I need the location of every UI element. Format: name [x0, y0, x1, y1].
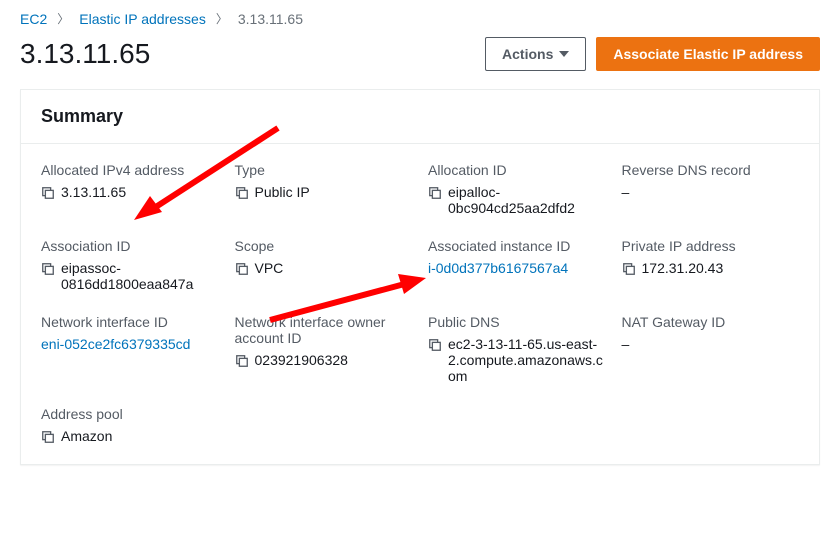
- field-allocation-id: Allocation ID eipalloc-0bc904cd25aa2dfd2: [428, 162, 606, 216]
- copy-icon[interactable]: [428, 338, 442, 352]
- field-value: ec2-3-13-11-65.us-east-2.compute.amazona…: [448, 336, 606, 384]
- field-value: 172.31.20.43: [642, 260, 724, 276]
- copy-icon[interactable]: [235, 262, 249, 276]
- field-associated-instance-id: Associated instance ID i-0d0d377b6167567…: [428, 238, 606, 292]
- field-label: Allocation ID: [428, 162, 606, 178]
- field-scope: Scope VPC: [235, 238, 413, 292]
- copy-icon[interactable]: [41, 262, 55, 276]
- chevron-right-icon: 〉: [216, 10, 228, 27]
- field-value: Public IP: [255, 184, 310, 200]
- field-eni-owner: Network interface owner account ID 02392…: [235, 314, 413, 384]
- copy-icon[interactable]: [235, 354, 249, 368]
- field-label: Address pool: [41, 406, 219, 422]
- copy-icon[interactable]: [41, 186, 55, 200]
- page-title: 3.13.11.65: [20, 38, 150, 70]
- copy-icon[interactable]: [428, 186, 442, 200]
- summary-heading: Summary: [21, 90, 819, 135]
- field-value: eipassoc-0816dd1800eaa847a: [61, 260, 219, 292]
- caret-down-icon: [559, 51, 569, 57]
- associate-button[interactable]: Associate Elastic IP address: [596, 37, 820, 71]
- field-reverse-dns: Reverse DNS record –: [622, 162, 800, 216]
- chevron-right-icon: 〉: [57, 10, 69, 27]
- field-label: Reverse DNS record: [622, 162, 800, 178]
- copy-icon[interactable]: [235, 186, 249, 200]
- summary-panel: Summary Allocated IPv4 address 3.13.11.6…: [20, 89, 820, 465]
- summary-grid: Allocated IPv4 address 3.13.11.65 Type P…: [21, 144, 819, 464]
- field-value: eipalloc-0bc904cd25aa2dfd2: [448, 184, 606, 216]
- field-value: –: [622, 184, 630, 200]
- actions-button[interactable]: Actions: [485, 37, 586, 71]
- field-eni: Network interface ID eni-052ce2fc6379335…: [41, 314, 219, 384]
- field-value: VPC: [255, 260, 284, 276]
- eni-link[interactable]: eni-052ce2fc6379335cd: [41, 336, 190, 352]
- breadcrumb-section[interactable]: Elastic IP addresses: [79, 11, 206, 27]
- field-value: 3.13.11.65: [61, 184, 126, 200]
- field-label: Allocated IPv4 address: [41, 162, 219, 178]
- field-value: 023921906328: [255, 352, 348, 368]
- field-label: Type: [235, 162, 413, 178]
- field-label: Associated instance ID: [428, 238, 606, 254]
- actions-button-label: Actions: [502, 46, 553, 62]
- copy-icon[interactable]: [41, 430, 55, 444]
- field-value: Amazon: [61, 428, 112, 444]
- field-public-dns: Public DNS ec2-3-13-11-65.us-east-2.comp…: [428, 314, 606, 384]
- field-address-pool: Address pool Amazon: [41, 406, 219, 444]
- field-label: NAT Gateway ID: [622, 314, 800, 330]
- field-label: Scope: [235, 238, 413, 254]
- field-allocated-ipv4: Allocated IPv4 address 3.13.11.65: [41, 162, 219, 216]
- field-nat-gateway: NAT Gateway ID –: [622, 314, 800, 384]
- breadcrumb: EC2 〉 Elastic IP addresses 〉 3.13.11.65: [0, 0, 840, 33]
- associated-instance-link[interactable]: i-0d0d377b6167567a4: [428, 260, 568, 276]
- field-label: Network interface ID: [41, 314, 219, 330]
- breadcrumb-current: 3.13.11.65: [238, 11, 303, 27]
- field-label: Association ID: [41, 238, 219, 254]
- field-private-ip: Private IP address 172.31.20.43: [622, 238, 800, 292]
- field-value: –: [622, 336, 630, 352]
- copy-icon[interactable]: [622, 262, 636, 276]
- field-label: Private IP address: [622, 238, 800, 254]
- field-label: Network interface owner account ID: [235, 314, 413, 346]
- field-association-id: Association ID eipassoc-0816dd1800eaa847…: [41, 238, 219, 292]
- field-label: Public DNS: [428, 314, 606, 330]
- breadcrumb-root[interactable]: EC2: [20, 11, 47, 27]
- field-type: Type Public IP: [235, 162, 413, 216]
